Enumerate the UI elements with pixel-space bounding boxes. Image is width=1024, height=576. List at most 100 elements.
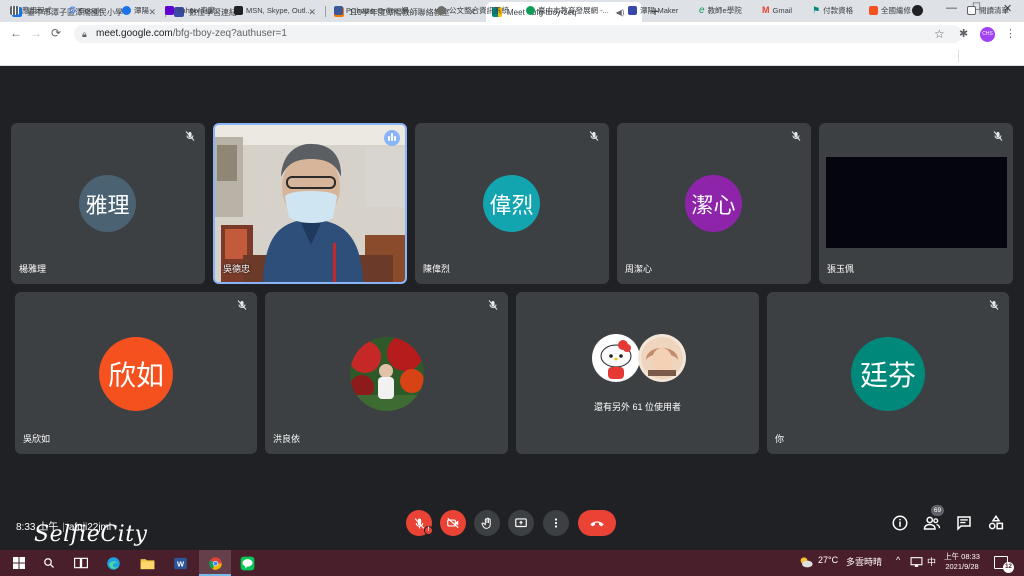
browser-menu-icon[interactable]: ⋮ (1005, 27, 1016, 40)
user-photo-avatar (638, 334, 686, 382)
bookmark-star-icon[interactable]: ☆ (934, 27, 945, 41)
reload-icon[interactable]: ⟳ (51, 26, 61, 40)
address-bar[interactable]: 🔒︎ meet.google.com/bfg-tboy-zeq?authuser… (74, 25, 962, 43)
line-chat-icon[interactable] (238, 554, 256, 572)
payment-icon: ⚑ (812, 4, 821, 15)
participant-tile[interactable]: 雅理 楊雅理 (11, 123, 205, 284)
extensions-puzzle-icon[interactable]: ✱ (959, 27, 968, 40)
bookmark-label: 教師e學院 (707, 5, 742, 15)
more-vert-icon (554, 518, 558, 528)
bookmark-label: PChome Online 網... (346, 5, 415, 15)
bookmark-yahoo[interactable]: Yahoo!奇摩 (165, 4, 215, 16)
lock-icon[interactable]: 🔒︎ (82, 29, 87, 40)
edge-browser-icon[interactable] (104, 554, 122, 572)
chrome-icon[interactable] (206, 554, 224, 572)
leave-call-button[interactable] (578, 510, 616, 536)
self-tile[interactable]: 廷芬 你 (767, 292, 1009, 454)
participant-tile[interactable]: 張玉佩 (819, 123, 1013, 284)
start-windows-icon[interactable] (10, 554, 28, 572)
bookmark-label: 公文整合資訊系統 (449, 5, 509, 15)
bookmark-maker[interactable]: 潭陽-Maker (628, 4, 678, 16)
others-tile[interactable]: 還有另外 61 位使用者 (516, 292, 759, 454)
ime-indicator[interactable]: 中 (927, 555, 936, 568)
mic-off-icon (791, 131, 801, 141)
bookmark-tanyang[interactable]: 潭陽 (122, 4, 149, 16)
raise-hand-button[interactable] (474, 510, 500, 536)
camera-toggle-button[interactable] (440, 510, 466, 536)
audio-playing-icon[interactable]: ◀) (616, 8, 625, 17)
camera-off-icon (447, 517, 459, 529)
hand-icon (481, 517, 491, 529)
participant-tile[interactable]: 洪良依 (265, 292, 508, 454)
activities-shapes-icon[interactable] (987, 514, 1005, 532)
avatar: 雅理 (79, 175, 136, 232)
bookmark-label: Google (79, 5, 104, 15)
participants-count-badge: 69 (931, 505, 944, 516)
reading-list-label: 閱讀清單 (979, 5, 1009, 15)
present-screen-button[interactable] (508, 510, 534, 536)
participant-tile[interactable]: 欣如 吳欣如 (15, 292, 257, 454)
participant-tile[interactable]: 潔心 周潔心 (617, 123, 811, 284)
chat-icon[interactable] (955, 514, 973, 532)
bookmark-msn[interactable]: MSN, Skype, Outl... (234, 4, 312, 16)
profile-avatar[interactable]: CHS (980, 27, 995, 42)
search-icon[interactable] (40, 554, 58, 572)
mic-warning-icon: ! (424, 526, 433, 535)
meeting-details-info-icon[interactable] (891, 514, 909, 532)
weather-description[interactable]: 多雲時晴 (846, 555, 882, 568)
bookmark-payment[interactable]: ⚑ 付款資格 (812, 4, 853, 16)
bookmark-google[interactable]: G Google (69, 4, 103, 16)
close-tab-icon[interactable]: ✕ (148, 7, 156, 18)
others-count-label: 還有另外 61 位使用者 (593, 402, 681, 412)
bookmark-apps[interactable]: 應用程式 (10, 4, 52, 16)
bookmark-teacher-academy[interactable]: e 教師e學院 (699, 4, 742, 16)
bookmark-label: 應用程式 (22, 5, 52, 15)
e-icon: e (699, 4, 705, 16)
participant-name: 吳德忠 (223, 264, 251, 274)
bookmark-label: Yahoo!奇摩 (177, 5, 216, 15)
bookmark-education-network[interactable]: 臺中市教育發展網 -... (526, 4, 609, 16)
participant-name: 楊雅理 (19, 264, 47, 274)
yahoo-icon (165, 5, 174, 15)
hang-up-icon (590, 521, 604, 527)
bookmark-label: MSN, Skype, Outl... (246, 5, 312, 15)
clock-date: 2021/9/28 (945, 562, 979, 571)
bookmark-label: 全國繼修 (881, 5, 911, 15)
bookmark-label: 臺中市教育發展網 -... (538, 5, 609, 15)
bookmark-pchome[interactable]: PChome Online 網... (334, 4, 415, 16)
word-icon[interactable]: W (171, 554, 189, 572)
url-host: meet.google.com (96, 28, 173, 39)
weather-cloud-sun-icon[interactable] (798, 555, 814, 569)
clock-time: 上午 08:33 (944, 552, 980, 561)
file-explorer-folder-icon[interactable] (138, 554, 156, 572)
participant-name: 洪良依 (273, 434, 301, 444)
training-icon (869, 5, 878, 15)
bookmark-gmail[interactable]: M Gmail (762, 4, 792, 16)
show-hidden-icons-chevron-icon[interactable]: ^ (896, 555, 900, 565)
pchome-icon (334, 5, 343, 15)
forward-arrow-icon[interactable]: → (30, 26, 42, 40)
back-arrow-icon[interactable]: ← (10, 26, 22, 40)
weather-temperature[interactable]: 27°C (818, 555, 838, 565)
participants-people-icon[interactable] (923, 514, 941, 532)
bookmarks-bar (0, 46, 1024, 66)
avatar: 欣如 (99, 337, 173, 411)
participant-name: 吳欣如 (23, 434, 51, 444)
mic-off-icon (488, 300, 498, 310)
microphone-toggle-button[interactable]: ! (406, 510, 433, 536)
reading-list-button[interactable]: 閱讀清單 (967, 4, 1009, 16)
participant-video (826, 157, 1007, 248)
more-options-button[interactable] (543, 510, 569, 536)
tab-divider (325, 6, 326, 17)
taskbar-clock[interactable]: 上午 08:33 2021/9/28 (940, 552, 984, 572)
mic-off-icon (185, 131, 195, 141)
tab-search-icon[interactable] (912, 5, 923, 16)
avatar: 潔心 (685, 175, 742, 232)
participant-video-tile[interactable]: 吳德忠 (213, 123, 407, 284)
participant-tile[interactable]: 偉烈 陳偉烈 (415, 123, 609, 284)
bookmark-docs-system[interactable]: 公文整合資訊系統 (437, 4, 509, 16)
bookmark-training[interactable]: 全國繼修 (869, 4, 911, 16)
task-view-icon[interactable] (72, 554, 90, 572)
network-icon[interactable] (910, 556, 923, 568)
minimize-button[interactable]: — (946, 2, 957, 14)
